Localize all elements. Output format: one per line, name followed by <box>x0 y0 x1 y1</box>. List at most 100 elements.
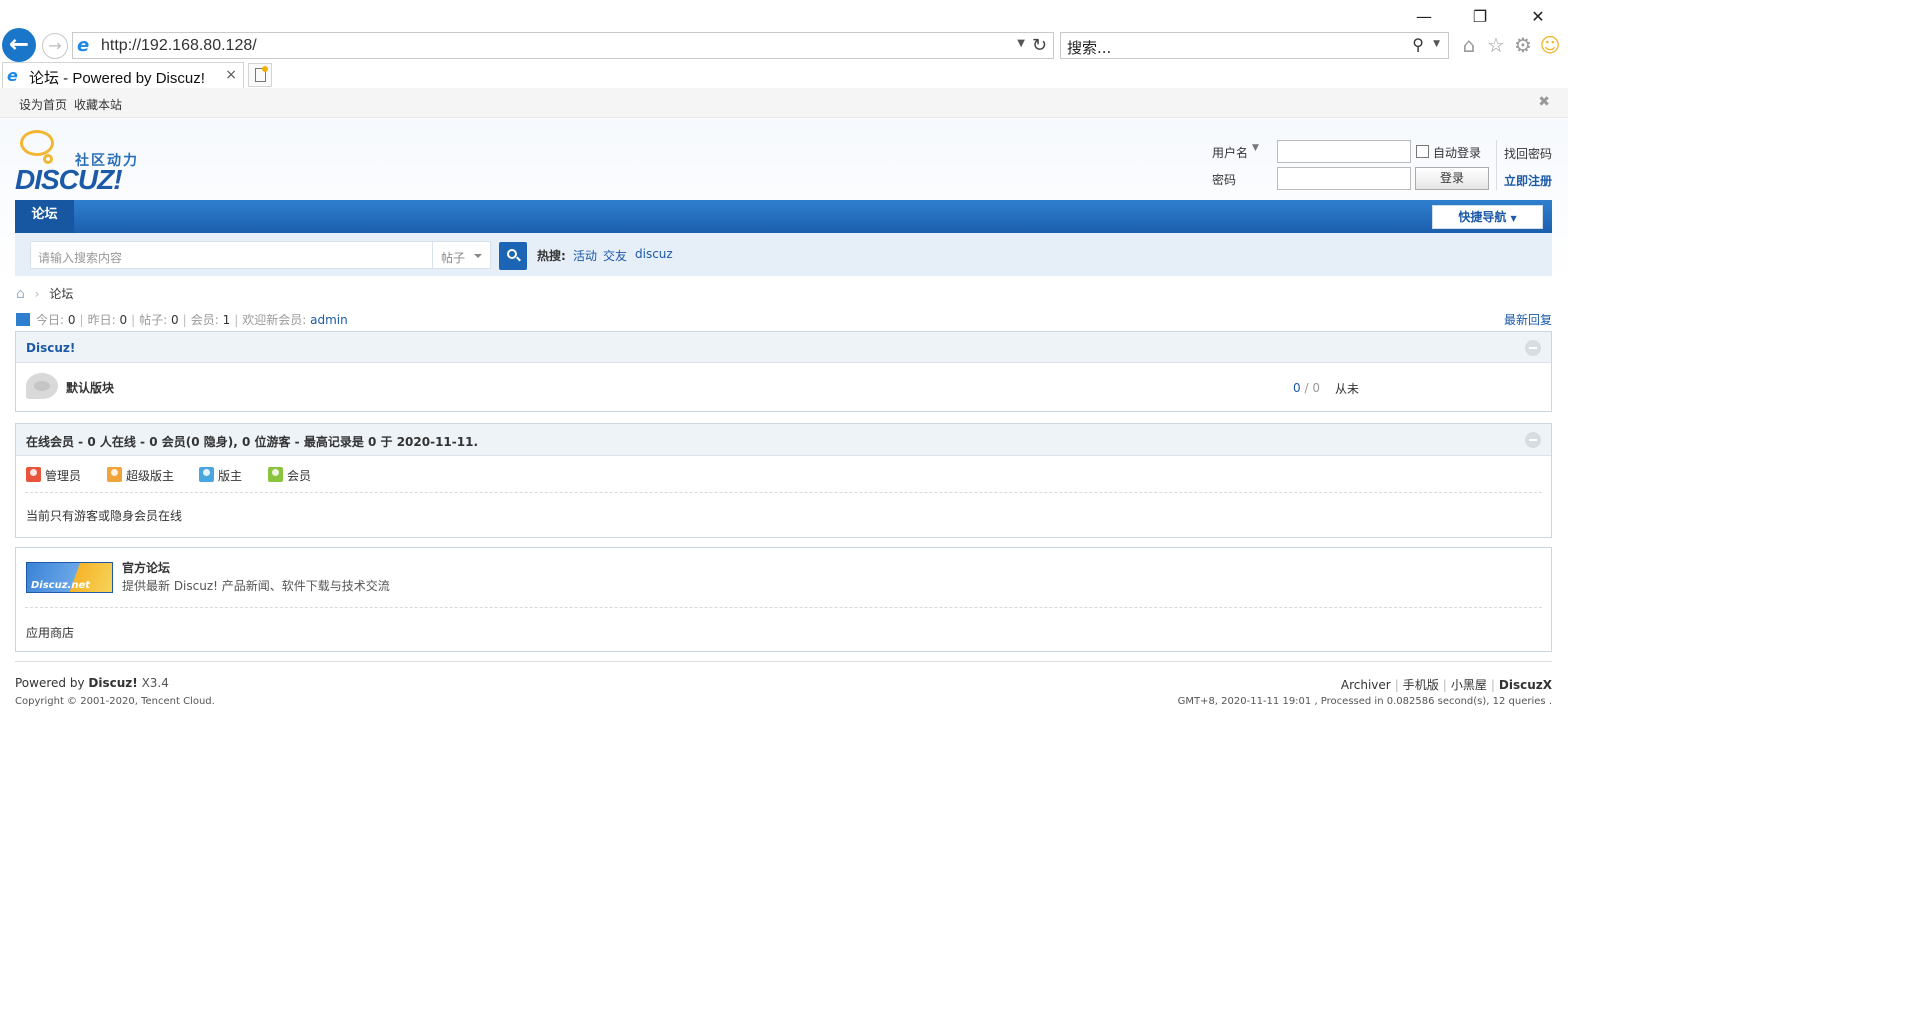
discuz-net-logo[interactable]: Discuz.net <box>26 562 113 593</box>
quick-nav-label: 快捷导航 <box>1458 210 1507 224</box>
tab-close-icon[interactable]: × <box>225 67 237 83</box>
app-store-link[interactable]: 应用商店 <box>26 624 74 641</box>
ie-logo-icon: e <box>77 35 90 56</box>
collapse-icon[interactable] <box>1525 340 1541 356</box>
admin-user-icon <box>26 467 41 482</box>
close-window-icon[interactable]: ✕ <box>1518 6 1558 28</box>
register-link[interactable]: 立即注册 <box>1504 172 1552 189</box>
super-mod-user-icon <box>107 467 122 482</box>
hot-search-label: 热搜: <box>537 249 566 263</box>
blacklist-link[interactable]: 小黑屋 <box>1451 678 1487 692</box>
auto-login-checkbox[interactable] <box>1416 145 1429 158</box>
login-button[interactable]: 登录 <box>1415 167 1489 190</box>
forum-icon[interactable] <box>26 373 58 399</box>
search-input[interactable]: 请输入搜索内容 <box>30 241 433 269</box>
search-button[interactable] <box>499 242 527 270</box>
forgot-password-link[interactable]: 找回密码 <box>1504 145 1552 162</box>
forum-counts: 0 / 0 <box>1293 381 1320 395</box>
official-forum-desc: 提供最新 Discuz! 产品新闻、软件下载与技术交流 <box>122 579 390 593</box>
discuzx-link[interactable]: DiscuzX <box>1499 678 1552 692</box>
username-type-dropdown-icon[interactable]: ▼ <box>1252 143 1259 153</box>
official-forum-link[interactable]: 官方论坛 <box>122 559 170 576</box>
powered-by: Powered by Discuz! X3.4 <box>15 676 169 690</box>
hot-search-link[interactable]: discuz <box>635 247 673 261</box>
friend-links-box <box>15 547 1552 652</box>
search-icon[interactable]: ⚲ <box>1412 35 1424 54</box>
online-members-box: 在线会员 - 0 人在线 - 0 会员(0 隐身), 0 位游客 - 最高记录是… <box>15 423 1552 538</box>
logo-wordmark: DISCUZ! <box>15 164 123 195</box>
password-input[interactable] <box>1277 167 1411 190</box>
processed-info: GMT+8, 2020-11-11 19:01 , Processed in 0… <box>1177 696 1552 707</box>
forum-name-link[interactable]: 默认版块 <box>66 379 114 396</box>
forum-last-post: 从未 <box>1335 382 1360 396</box>
restore-icon[interactable]: ❐ <box>1460 6 1500 28</box>
search-type-value: 帖子 <box>441 251 466 265</box>
footer-links: Archiver | 手机版 | 小黑屋 | DiscuzX <box>1340 678 1552 692</box>
browser-search-box[interactable]: 搜索... ⚲ ▼ <box>1060 32 1449 59</box>
hot-search-link[interactable]: 交友 <box>603 247 627 264</box>
favorites-star-icon[interactable]: ☆ <box>1485 34 1507 56</box>
legend-admin: 管理员 <box>45 469 82 483</box>
stat-yesterday: 0 <box>119 313 128 327</box>
tab-title: 论坛 - Powered by Discuz! <box>29 70 205 87</box>
discuz-link[interactable]: Discuz! <box>88 676 137 690</box>
top-links-bar: 设为首页 收藏本站 ✖ <box>0 88 1568 118</box>
address-url[interactable]: http://192.168.80.128/ <box>101 37 257 55</box>
quick-nav-button[interactable]: 快捷导航 ▼ <box>1432 205 1543 229</box>
stat-today: 0 <box>67 313 76 327</box>
member-user-icon <box>268 467 283 482</box>
main-nav: 论坛 快捷导航 ▼ <box>15 200 1552 233</box>
minimize-icon[interactable]: — <box>1404 6 1444 28</box>
username-input[interactable] <box>1277 140 1411 163</box>
copyright: Copyright © 2001-2020, Tencent Cloud. <box>15 696 215 707</box>
newest-member-link[interactable]: admin <box>310 313 348 327</box>
category-title[interactable]: Discuz! <box>26 341 75 355</box>
forward-arrow-icon[interactable]: → <box>42 33 68 59</box>
latest-replies-link[interactable]: 最新回复 <box>1504 311 1552 328</box>
tab-forum[interactable]: e 论坛 - Powered by Discuz! × <box>2 62 244 88</box>
forum-stats: 今日: 0 | 昨日: 0 | 帖子: 0 | 会员: 1 | 欢迎新会员: admin <box>16 311 348 328</box>
search-placeholder: 请输入搜索内容 <box>38 251 123 265</box>
legend-moderator: 版主 <box>218 469 243 483</box>
new-tab-button[interactable] <box>248 63 272 87</box>
smiley-feedback-icon[interactable]: ☺ <box>1539 34 1561 56</box>
collapse-toolbar-icon[interactable]: ✖ <box>1538 94 1550 110</box>
hot-search-link[interactable]: 活动 <box>573 247 597 264</box>
home-icon[interactable]: ⌂ <box>16 286 25 302</box>
chevron-down-icon <box>474 254 482 262</box>
moderator-user-icon <box>199 467 214 482</box>
refresh-icon[interactable]: ↻ <box>1032 35 1047 56</box>
legend-member: 会员 <box>287 469 312 483</box>
collapse-icon[interactable] <box>1525 432 1541 448</box>
breadcrumb: ⌂ › 论坛 <box>16 286 74 302</box>
search-dropdown-icon[interactable]: ▼ <box>1433 39 1440 49</box>
archiver-link[interactable]: Archiver <box>1341 678 1391 692</box>
search-bar: 请输入搜索内容 帖子 热搜: 活动 交友 discuz <box>15 233 1552 276</box>
stat-members: 1 <box>222 313 231 327</box>
stat-posts: 0 <box>171 313 179 327</box>
online-message: 当前只有游客或隐身会员在线 <box>26 509 183 523</box>
gear-icon[interactable]: ⚙ <box>1512 34 1534 56</box>
password-label: 密码 <box>1212 173 1237 187</box>
online-summary: 在线会员 - 0 人在线 - 0 会员(0 隐身), 0 位游客 - 最高记录是… <box>26 435 479 449</box>
search-type-select[interactable]: 帖子 <box>432 241 491 269</box>
stats-chart-icon <box>16 313 30 326</box>
address-dropdown-icon[interactable]: ▼ <box>1017 38 1025 49</box>
username-label[interactable]: 用户名 <box>1212 144 1248 161</box>
bookmark-link[interactable]: 收藏本站 <box>74 96 122 113</box>
auto-login-label[interactable]: 自动登录 <box>1433 144 1481 161</box>
address-bar[interactable]: e http://192.168.80.128/ ▼ ↻ <box>72 32 1054 59</box>
legend-super-moderator: 超级版主 <box>126 469 175 483</box>
browser-search-placeholder: 搜索... <box>1067 39 1112 57</box>
set-home-link[interactable]: 设为首页 <box>19 96 67 113</box>
nav-item-forum[interactable]: 论坛 <box>15 200 74 233</box>
discuz-logo[interactable]: 社区动力 DISCUZ! <box>15 128 145 195</box>
browser-chrome: — ❐ ✕ ← → e http://192.168.80.128/ ▼ ↻ 搜… <box>0 0 1568 88</box>
chevron-down-icon: ▼ <box>1510 214 1517 223</box>
home-icon[interactable]: ⌂ <box>1458 34 1480 56</box>
back-arrow-icon[interactable]: ← <box>2 28 36 62</box>
breadcrumb-current: 论坛 <box>49 287 74 301</box>
mobile-link[interactable]: 手机版 <box>1403 678 1439 692</box>
category-box: Discuz! 默认版块 0 / 0 从未 <box>15 331 1552 412</box>
ie-tab-icon: e <box>7 66 18 85</box>
